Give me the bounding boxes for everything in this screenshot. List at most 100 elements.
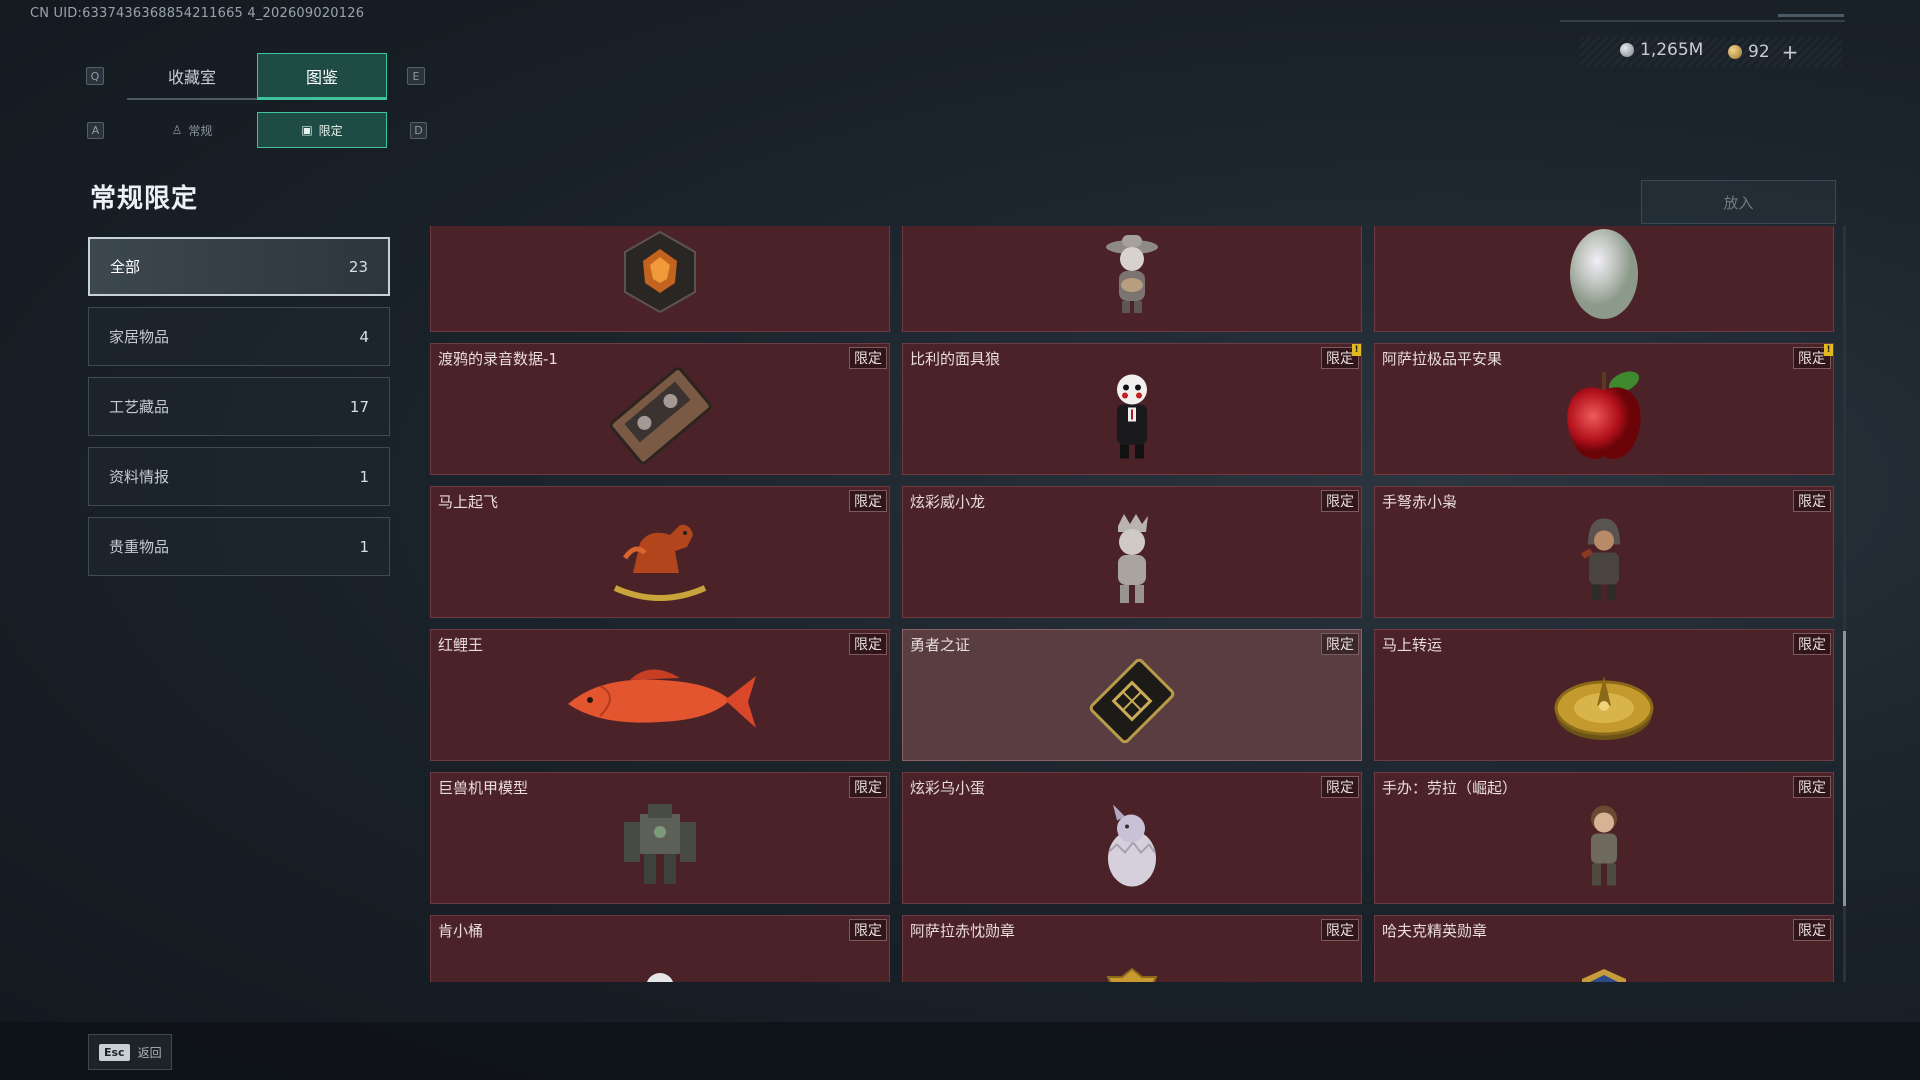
put-in-button[interactable]: 放入 xyxy=(1641,180,1836,224)
red-apple-icon xyxy=(1554,360,1654,474)
item-card[interactable]: 阿萨拉赤忱勋章 限定 xyxy=(902,915,1362,982)
subtab-regular-label: 常规 xyxy=(188,123,213,138)
gold-coin-icon xyxy=(1728,45,1742,59)
next-subtab-key[interactable]: D xyxy=(410,122,427,139)
item-card[interactable]: 渡鸦的录音数据-1 限定 xyxy=(430,343,890,475)
category-count: 1 xyxy=(359,537,369,556)
back-button[interactable]: Esc 返回 xyxy=(88,1034,172,1070)
item-name: 马上起飞 xyxy=(438,493,499,511)
mariachi-figure-icon xyxy=(1102,227,1162,321)
limited-badge: 限定 xyxy=(849,633,887,655)
gold-amount: 92 xyxy=(1748,42,1770,62)
item-grid-viewport[interactable]: 限定限定限定渡鸦的录音数据-1限定比利的面具狼限定!阿萨拉极品平安果限定!马上起… xyxy=(430,226,1842,982)
category-all[interactable]: 全部 23 xyxy=(88,237,390,296)
footer-bar xyxy=(0,1022,1920,1080)
item-card[interactable]: 手办：劳拉（崛起） 限定 xyxy=(1374,772,1834,904)
category-count: 23 xyxy=(348,257,368,276)
item-card[interactable]: 红鲤王 限定 xyxy=(430,629,890,761)
gold-medal-icon xyxy=(1102,967,1162,982)
esc-key-icon: Esc xyxy=(99,1043,130,1061)
pearl-egg-icon xyxy=(1564,226,1644,326)
category-count: 4 xyxy=(359,327,369,346)
prev-subtab-key[interactable]: A xyxy=(87,122,104,139)
category-label: 家居物品 xyxy=(109,328,170,346)
tab-catalog[interactable]: 图鉴 xyxy=(257,53,387,100)
silver-figure-icon xyxy=(1102,508,1162,612)
lara-figure-icon xyxy=(1574,796,1634,895)
puppet-figure-icon xyxy=(1102,367,1162,466)
subtab-regular[interactable]: ♙ 常规 xyxy=(127,112,257,148)
item-card[interactable]: 哈夫克精英勋章 限定 xyxy=(1374,915,1834,982)
limited-badge: 限定 xyxy=(1321,633,1359,655)
tab-collection-room[interactable]: 收藏室 xyxy=(127,53,257,100)
item-grid: 限定限定限定渡鸦的录音数据-1限定比利的面具狼限定!阿萨拉极品平安果限定!马上起… xyxy=(430,226,1834,982)
limited-badge: 限定 xyxy=(1321,776,1359,798)
gold-compass-icon xyxy=(1549,656,1659,750)
item-card[interactable]: 阿萨拉极品平安果 限定! xyxy=(1374,343,1834,475)
item-card[interactable]: 勇者之证 限定 xyxy=(902,629,1362,761)
limited-badge: 限定 xyxy=(849,776,887,798)
mech-model-icon xyxy=(610,794,710,898)
back-label: 返回 xyxy=(137,1045,162,1060)
item-card[interactable]: 限定 xyxy=(430,226,890,332)
limited-badge: 限定 xyxy=(1793,919,1831,941)
category-list: 全部 23 家居物品 4 工艺藏品 17 资料情报 1 贵重物品 1 xyxy=(88,237,390,587)
card-token-icon xyxy=(1077,646,1187,760)
alert-icon: ! xyxy=(1352,344,1361,356)
dark-crystal-icon xyxy=(615,227,705,321)
item-name: 渡鸦的录音数据-1 xyxy=(438,350,558,368)
item-card[interactable]: 炫彩乌小蛋 限定 xyxy=(902,772,1362,904)
subtab-limited-label: 限定 xyxy=(318,123,343,138)
limited-badge: 限定 xyxy=(849,347,887,369)
add-currency-button[interactable]: + xyxy=(1782,40,1799,64)
item-card[interactable]: 限定 xyxy=(902,226,1362,332)
item-name: 炫彩乌小蛋 xyxy=(910,779,986,797)
item-name: 马上转运 xyxy=(1382,636,1443,654)
decor-line xyxy=(1560,20,1845,22)
item-card[interactable]: 比利的面具狼 限定! xyxy=(902,343,1362,475)
main-tabs: 收藏室 图鉴 xyxy=(127,53,387,100)
item-name: 肯小桶 xyxy=(438,922,484,940)
item-name: 手办：劳拉（崛起） xyxy=(1382,779,1518,797)
item-card[interactable]: 马上转运 限定 xyxy=(1374,629,1834,761)
item-card[interactable]: 炫彩威小龙 限定 xyxy=(902,486,1362,618)
scrollbar-thumb[interactable] xyxy=(1843,631,1846,906)
subtab-limited[interactable]: ▣ 限定 xyxy=(257,112,387,148)
item-name: 巨兽机甲模型 xyxy=(438,779,529,797)
category-home[interactable]: 家居物品 4 xyxy=(88,307,390,366)
egg-figure-icon xyxy=(1097,796,1167,895)
item-card[interactable]: 限定 xyxy=(1374,226,1834,332)
gold-currency: 92 + xyxy=(1728,40,1798,64)
cassette-tape-icon xyxy=(605,365,715,469)
limited-badge: 限定 xyxy=(1793,633,1831,655)
category-label: 资料情报 xyxy=(109,468,170,486)
grid-scrollbar[interactable] xyxy=(1843,226,1846,982)
item-card[interactable]: 马上起飞 限定 xyxy=(430,486,890,618)
category-count: 1 xyxy=(359,467,369,486)
item-card[interactable]: 手弩赤小枭 限定 xyxy=(1374,486,1834,618)
category-valuables[interactable]: 贵重物品 1 xyxy=(88,517,390,576)
bust-figure-icon xyxy=(635,967,685,982)
category-label: 工艺藏品 xyxy=(109,398,170,416)
category-intel[interactable]: 资料情报 1 xyxy=(88,447,390,506)
item-card[interactable]: 肯小桶 限定 xyxy=(430,915,890,982)
hooded-figure-icon xyxy=(1574,510,1634,609)
prev-tab-key[interactable]: Q xyxy=(86,67,104,85)
silver-currency: 1,265M xyxy=(1620,40,1703,60)
page-title: 常规限定 xyxy=(90,184,199,214)
rocking-horse-icon xyxy=(605,513,715,607)
next-tab-key[interactable]: E xyxy=(407,67,425,85)
figure-icon: ♙ xyxy=(171,123,183,137)
silver-amount: 1,265M xyxy=(1640,40,1704,60)
category-count: 17 xyxy=(349,397,369,416)
item-name: 比利的面具狼 xyxy=(910,350,1001,368)
category-label: 贵重物品 xyxy=(109,538,170,556)
category-craft[interactable]: 工艺藏品 17 xyxy=(88,377,390,436)
limited-badge: 限定 xyxy=(1793,490,1831,512)
item-name: 哈夫克精英勋章 xyxy=(1382,922,1488,940)
limited-badge: 限定 xyxy=(1793,776,1831,798)
silver-coin-icon xyxy=(1620,43,1634,57)
red-carp-icon xyxy=(560,656,760,750)
item-card[interactable]: 巨兽机甲模型 限定 xyxy=(430,772,890,904)
alert-icon: ! xyxy=(1824,344,1833,356)
